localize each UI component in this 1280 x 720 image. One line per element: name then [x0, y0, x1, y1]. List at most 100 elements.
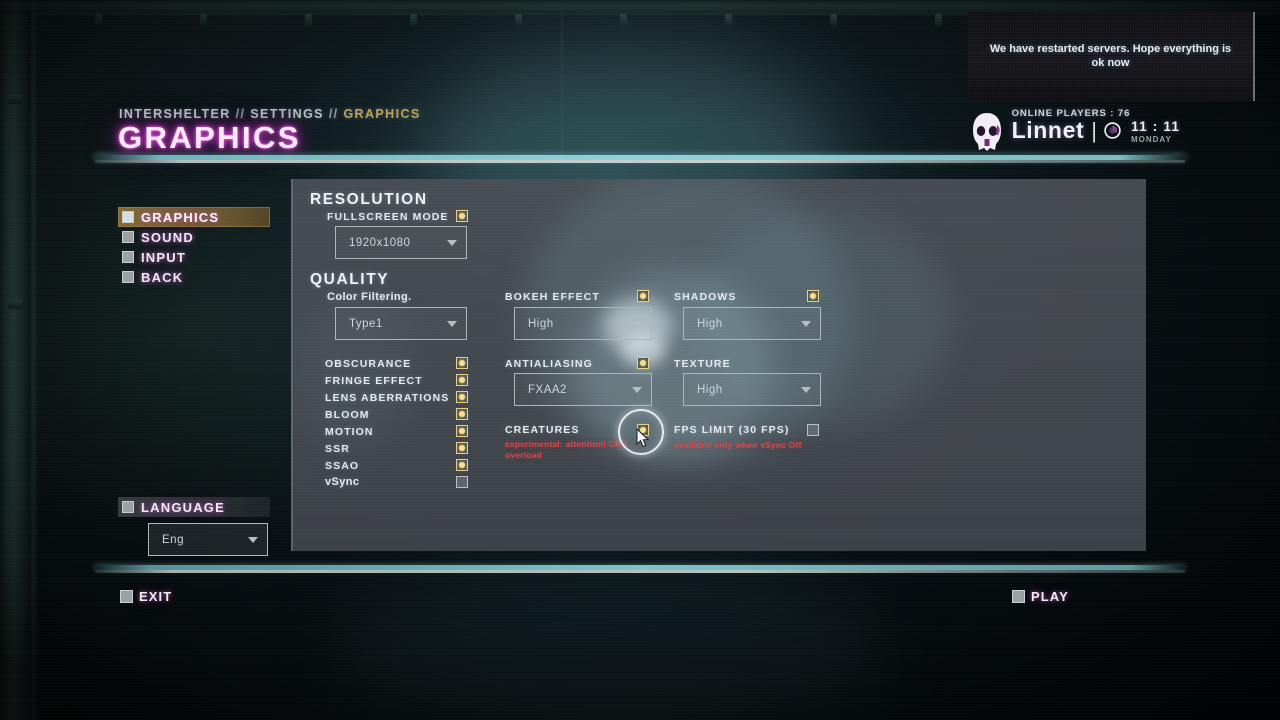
username[interactable]: Linnet	[1012, 117, 1085, 144]
resolution-select[interactable]: 1920x1080	[335, 226, 467, 259]
lens-aberrations-checkbox[interactable]	[456, 391, 468, 403]
obscurance-checkbox[interactable]	[456, 357, 468, 369]
time-block: 11 : 11 MONDAY	[1131, 118, 1180, 144]
shadows-label: SHADOWS	[674, 291, 737, 303]
ssr-label: SSR	[325, 443, 350, 455]
motion-label: MOTION	[325, 426, 374, 438]
antialiasing-checkbox[interactable]	[637, 357, 649, 369]
language-select[interactable]: Eng	[148, 523, 268, 556]
fps-limit-warning: available only when vSync Off	[674, 440, 802, 450]
settings-panel: RESOLUTION FULLSCREEN MODE 1920x1080 QUA…	[291, 179, 1146, 551]
ssr-checkbox[interactable]	[456, 442, 468, 454]
vsync-checkbox[interactable]	[456, 476, 468, 488]
sidebar-item-sound[interactable]: SOUND	[118, 227, 270, 247]
bokeh-effect-label: BOKEH EFFECT	[505, 291, 600, 303]
sidebar-item-input[interactable]: INPUT	[118, 247, 270, 267]
color-filtering-select[interactable]: Type1	[335, 307, 467, 340]
play-button[interactable]: PLAY	[1012, 589, 1069, 604]
creatures-label: CREATURES	[505, 424, 580, 436]
creatures-warning: experimental: attention! CPU overload	[505, 439, 628, 460]
account-row: Linnet | 11 : 11 MONDAY	[1012, 117, 1180, 144]
checkbox-icon	[122, 271, 134, 283]
bokeh-effect-select[interactable]: High	[514, 307, 652, 340]
section-heading-resolution: RESOLUTION	[310, 191, 428, 208]
resolution-value: 1920x1080	[349, 236, 411, 249]
chevron-down-icon	[801, 320, 811, 327]
settings-sidebar: GRAPHICS SOUND INPUT BACK	[118, 207, 270, 287]
section-heading-quality: QUALITY	[310, 271, 390, 288]
checkbox-icon	[122, 251, 134, 263]
checkbox-icon	[122, 211, 134, 223]
fullscreen-mode-checkbox[interactable]	[456, 210, 468, 222]
motion-checkbox[interactable]	[456, 425, 468, 437]
sidebar-item-back[interactable]: BACK	[118, 267, 270, 287]
breadcrumb: INTERSHELTER // SETTINGS // GRAPHICS	[119, 107, 421, 121]
username-divider: |	[1091, 117, 1097, 143]
shadows-checkbox[interactable]	[807, 290, 819, 302]
exit-button[interactable]: EXIT	[120, 589, 172, 604]
play-button-label: PLAY	[1031, 589, 1069, 604]
game-settings-screen: We have restarted servers. Hope everythi…	[0, 0, 1280, 720]
account-text: ONLINE PLAYERS : 76 Linnet | 11 : 11 MON…	[1012, 108, 1180, 144]
color-filtering-value: Type1	[349, 317, 383, 330]
chevron-down-icon	[248, 536, 258, 543]
checkbox-icon	[122, 501, 134, 513]
language-label: LANGUAGE	[141, 499, 225, 515]
texture-select[interactable]: High	[683, 373, 821, 406]
fullscreen-mode-label: FULLSCREEN MODE	[327, 211, 449, 223]
page-title: GRAPHICS	[118, 120, 301, 155]
bloom-checkbox[interactable]	[456, 408, 468, 420]
account-block: ONLINE PLAYERS : 76 Linnet | 11 : 11 MON…	[970, 108, 1180, 152]
texture-value: High	[697, 383, 723, 396]
breadcrumb-root[interactable]: INTERSHELTER	[119, 107, 231, 121]
clock-icon	[1104, 122, 1121, 139]
sidebar-item-label: BACK	[141, 269, 184, 285]
chevron-down-icon	[632, 320, 642, 327]
exit-button-label: EXIT	[139, 589, 173, 604]
breadcrumb-section[interactable]: SETTINGS	[250, 107, 324, 121]
texture-label: TEXTURE	[674, 358, 731, 370]
notification-text: We have restarted servers. Hope everythi…	[989, 42, 1232, 69]
language-value: Eng	[162, 533, 184, 546]
checkbox-icon	[122, 231, 134, 243]
breadcrumb-separator: //	[328, 107, 339, 121]
fringe-effect-checkbox[interactable]	[456, 374, 468, 386]
header-divider-white	[95, 160, 1185, 163]
lens-aberrations-label: LENS ABERRATIONS	[325, 392, 450, 404]
sidebar-item-graphics[interactable]: GRAPHICS	[118, 207, 270, 227]
sidebar-item-label: GRAPHICS	[141, 209, 220, 225]
breadcrumb-separator: //	[235, 107, 246, 121]
settings-panel-inner: RESOLUTION FULLSCREEN MODE 1920x1080 QUA…	[293, 179, 1146, 551]
ssao-label: SSAO	[325, 460, 360, 472]
vsync-label: vSync	[325, 476, 360, 488]
fps-limit-label: FPS LIMIT (30 FPS)	[674, 424, 790, 436]
current-time: 11 : 11	[1130, 117, 1180, 134]
obscurance-label: OBSCURANCE	[325, 358, 412, 370]
chevron-down-icon	[632, 386, 642, 393]
bloom-label: BLOOM	[325, 409, 370, 421]
breadcrumb-current: GRAPHICS	[343, 107, 421, 121]
checkbox-icon	[1012, 590, 1025, 603]
fringe-effect-label: FRINGE EFFECT	[325, 375, 423, 387]
footer-divider-white	[95, 570, 1185, 573]
chevron-down-icon	[447, 239, 457, 246]
shadows-select[interactable]: High	[683, 307, 821, 340]
checkbox-icon	[120, 590, 133, 603]
antialiasing-value: FXAA2	[528, 383, 567, 396]
chevron-down-icon	[447, 320, 457, 327]
sidebar-item-label: SOUND	[141, 229, 194, 245]
language-block: LANGUAGE Eng	[118, 497, 270, 556]
server-notification-banner: We have restarted servers. Hope everythi…	[968, 12, 1255, 101]
language-header[interactable]: LANGUAGE	[118, 497, 270, 517]
bokeh-effect-checkbox[interactable]	[637, 290, 649, 302]
chevron-down-icon	[801, 386, 811, 393]
antialiasing-label: ANTIALIASING	[505, 358, 593, 370]
antialiasing-select[interactable]: FXAA2	[514, 373, 652, 406]
shadows-value: High	[697, 317, 723, 330]
current-day: MONDAY	[1130, 134, 1172, 144]
ssao-checkbox[interactable]	[456, 459, 468, 471]
skull-mask-icon	[970, 112, 1004, 152]
fps-limit-checkbox[interactable]	[807, 424, 819, 436]
color-filtering-label: Color Filtering.	[327, 291, 412, 303]
bokeh-effect-value: High	[528, 317, 554, 330]
